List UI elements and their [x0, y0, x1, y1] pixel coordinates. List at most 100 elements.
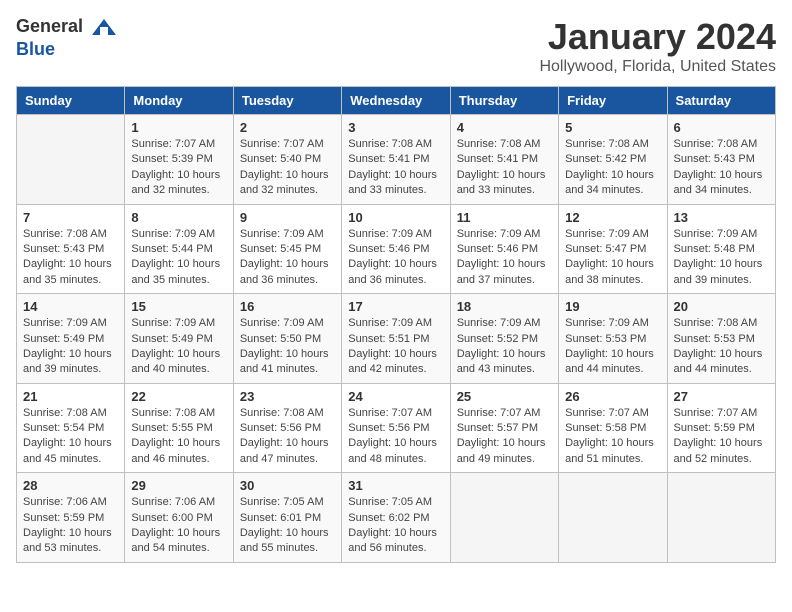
calendar-cell: 18 Sunrise: 7:09 AM Sunset: 5:52 PM Dayli…	[450, 294, 558, 384]
day-info: Sunrise: 7:05 AM Sunset: 6:01 PM Dayligh…	[240, 495, 335, 557]
calendar-cell: 8 Sunrise: 7:09 AM Sunset: 5:44 PM Daylig…	[125, 204, 233, 294]
day-number: 28	[23, 478, 118, 493]
calendar-subtitle: Hollywood, Florida, United States	[539, 58, 776, 76]
day-info: Sunrise: 7:07 AM Sunset: 5:56 PM Dayligh…	[348, 406, 443, 468]
day-number: 26	[565, 389, 660, 404]
day-number: 13	[674, 210, 769, 225]
day-number: 23	[240, 389, 335, 404]
calendar-cell: 3 Sunrise: 7:08 AM Sunset: 5:41 PM Daylig…	[342, 115, 450, 205]
calendar-day-header: Saturday	[667, 87, 775, 115]
calendar-cell	[17, 115, 125, 205]
calendar-title: January 2024	[539, 16, 776, 58]
calendar-cell: 26 Sunrise: 7:07 AM Sunset: 5:58 PM Dayli…	[559, 383, 667, 473]
calendar-week-row: 21 Sunrise: 7:08 AM Sunset: 5:54 PM Dayli…	[17, 383, 776, 473]
day-info: Sunrise: 7:08 AM Sunset: 5:42 PM Dayligh…	[565, 137, 660, 199]
day-number: 20	[674, 299, 769, 314]
calendar-cell: 25 Sunrise: 7:07 AM Sunset: 5:57 PM Dayli…	[450, 383, 558, 473]
day-number: 29	[131, 478, 226, 493]
day-info: Sunrise: 7:09 AM Sunset: 5:49 PM Dayligh…	[23, 316, 118, 378]
day-number: 18	[457, 299, 552, 314]
calendar-cell: 28 Sunrise: 7:06 AM Sunset: 5:59 PM Dayli…	[17, 473, 125, 563]
calendar-cell	[450, 473, 558, 563]
calendar-cell: 21 Sunrise: 7:08 AM Sunset: 5:54 PM Dayli…	[17, 383, 125, 473]
calendar-cell: 17 Sunrise: 7:09 AM Sunset: 5:51 PM Dayli…	[342, 294, 450, 384]
calendar-cell: 29 Sunrise: 7:06 AM Sunset: 6:00 PM Dayli…	[125, 473, 233, 563]
calendar-week-row: 7 Sunrise: 7:08 AM Sunset: 5:43 PM Daylig…	[17, 204, 776, 294]
logo-icon	[90, 17, 118, 39]
day-info: Sunrise: 7:07 AM Sunset: 5:57 PM Dayligh…	[457, 406, 552, 468]
calendar-cell: 14Sunrise: 7:09 AM Sunset: 5:49 PM Dayli…	[17, 294, 125, 384]
calendar-cell: 7 Sunrise: 7:08 AM Sunset: 5:43 PM Daylig…	[17, 204, 125, 294]
day-info: Sunrise: 7:06 AM Sunset: 6:00 PM Dayligh…	[131, 495, 226, 557]
calendar-cell: 1 Sunrise: 7:07 AM Sunset: 5:39 PM Daylig…	[125, 115, 233, 205]
day-info: Sunrise: 7:07 AM Sunset: 5:39 PM Dayligh…	[131, 137, 226, 199]
calendar-week-row: 1 Sunrise: 7:07 AM Sunset: 5:39 PM Daylig…	[17, 115, 776, 205]
page-header: General Blue January 2024 Hollywood, Flo…	[16, 16, 776, 76]
day-info: Sunrise: 7:08 AM Sunset: 5:41 PM Dayligh…	[457, 137, 552, 199]
calendar-header-row: SundayMondayTuesdayWednesdayThursdayFrid…	[17, 87, 776, 115]
day-info: Sunrise: 7:09 AM Sunset: 5:53 PM Dayligh…	[565, 316, 660, 378]
day-info: Sunrise: 7:05 AM Sunset: 6:02 PM Dayligh…	[348, 495, 443, 557]
calendar-cell: 27 Sunrise: 7:07 AM Sunset: 5:59 PM Dayli…	[667, 383, 775, 473]
calendar-cell: 15 Sunrise: 7:09 AM Sunset: 5:49 PM Dayli…	[125, 294, 233, 384]
day-info: Sunrise: 7:08 AM Sunset: 5:43 PM Dayligh…	[674, 137, 769, 199]
day-number: 1	[131, 120, 226, 135]
day-info: Sunrise: 7:08 AM Sunset: 5:53 PM Dayligh…	[674, 316, 769, 378]
calendar-cell: 24 Sunrise: 7:07 AM Sunset: 5:56 PM Dayli…	[342, 383, 450, 473]
calendar-title-area: January 2024 Hollywood, Florida, United …	[539, 16, 776, 76]
day-info: Sunrise: 7:09 AM Sunset: 5:51 PM Dayligh…	[348, 316, 443, 378]
day-number: 10	[348, 210, 443, 225]
day-number: 24	[348, 389, 443, 404]
day-number: 9	[240, 210, 335, 225]
calendar-day-header: Tuesday	[233, 87, 341, 115]
calendar-cell: 11Sunrise: 7:09 AM Sunset: 5:46 PM Dayli…	[450, 204, 558, 294]
day-number: 31	[348, 478, 443, 493]
day-info: Sunrise: 7:06 AM Sunset: 5:59 PM Dayligh…	[23, 495, 118, 557]
calendar-cell: 19Sunrise: 7:09 AM Sunset: 5:53 PM Dayli…	[559, 294, 667, 384]
day-info: Sunrise: 7:09 AM Sunset: 5:52 PM Dayligh…	[457, 316, 552, 378]
day-info: Sunrise: 7:09 AM Sunset: 5:48 PM Dayligh…	[674, 227, 769, 289]
day-number: 27	[674, 389, 769, 404]
logo: General Blue	[16, 16, 118, 60]
calendar-day-header: Wednesday	[342, 87, 450, 115]
calendar-cell: 2Sunrise: 7:07 AM Sunset: 5:40 PM Daylig…	[233, 115, 341, 205]
calendar-cell: 13 Sunrise: 7:09 AM Sunset: 5:48 PM Dayli…	[667, 204, 775, 294]
calendar-cell: 5 Sunrise: 7:08 AM Sunset: 5:42 PM Daylig…	[559, 115, 667, 205]
day-info: Sunrise: 7:08 AM Sunset: 5:54 PM Dayligh…	[23, 406, 118, 468]
day-number: 2	[240, 120, 335, 135]
calendar-cell: 10 Sunrise: 7:09 AM Sunset: 5:46 PM Dayli…	[342, 204, 450, 294]
day-number: 21	[23, 389, 118, 404]
day-number: 16	[240, 299, 335, 314]
day-number: 25	[457, 389, 552, 404]
day-info: Sunrise: 7:08 AM Sunset: 5:41 PM Dayligh…	[348, 137, 443, 199]
calendar-cell: 6 Sunrise: 7:08 AM Sunset: 5:43 PM Daylig…	[667, 115, 775, 205]
day-info: Sunrise: 7:09 AM Sunset: 5:44 PM Dayligh…	[131, 227, 226, 289]
day-number: 3	[348, 120, 443, 135]
calendar-cell: 22Sunrise: 7:08 AM Sunset: 5:55 PM Dayli…	[125, 383, 233, 473]
day-number: 17	[348, 299, 443, 314]
day-info: Sunrise: 7:09 AM Sunset: 5:46 PM Dayligh…	[348, 227, 443, 289]
calendar-table: SundayMondayTuesdayWednesdayThursdayFrid…	[16, 86, 776, 563]
logo-general-text: General	[16, 16, 118, 39]
day-info: Sunrise: 7:08 AM Sunset: 5:56 PM Dayligh…	[240, 406, 335, 468]
day-number: 7	[23, 210, 118, 225]
day-number: 12	[565, 210, 660, 225]
day-number: 6	[674, 120, 769, 135]
day-info: Sunrise: 7:07 AM Sunset: 5:58 PM Dayligh…	[565, 406, 660, 468]
calendar-cell: 9Sunrise: 7:09 AM Sunset: 5:45 PM Daylig…	[233, 204, 341, 294]
calendar-week-row: 28 Sunrise: 7:06 AM Sunset: 5:59 PM Dayli…	[17, 473, 776, 563]
calendar-cell	[559, 473, 667, 563]
day-number: 15	[131, 299, 226, 314]
day-number: 22	[131, 389, 226, 404]
day-number: 8	[131, 210, 226, 225]
calendar-cell: 31 Sunrise: 7:05 AM Sunset: 6:02 PM Dayli…	[342, 473, 450, 563]
day-number: 4	[457, 120, 552, 135]
day-info: Sunrise: 7:09 AM Sunset: 5:49 PM Dayligh…	[131, 316, 226, 378]
calendar-day-header: Friday	[559, 87, 667, 115]
calendar-day-header: Monday	[125, 87, 233, 115]
day-number: 5	[565, 120, 660, 135]
day-info: Sunrise: 7:08 AM Sunset: 5:43 PM Dayligh…	[23, 227, 118, 289]
day-info: Sunrise: 7:07 AM Sunset: 5:59 PM Dayligh…	[674, 406, 769, 468]
logo-blue-text: Blue	[16, 39, 55, 59]
day-info: Sunrise: 7:09 AM Sunset: 5:50 PM Dayligh…	[240, 316, 335, 378]
